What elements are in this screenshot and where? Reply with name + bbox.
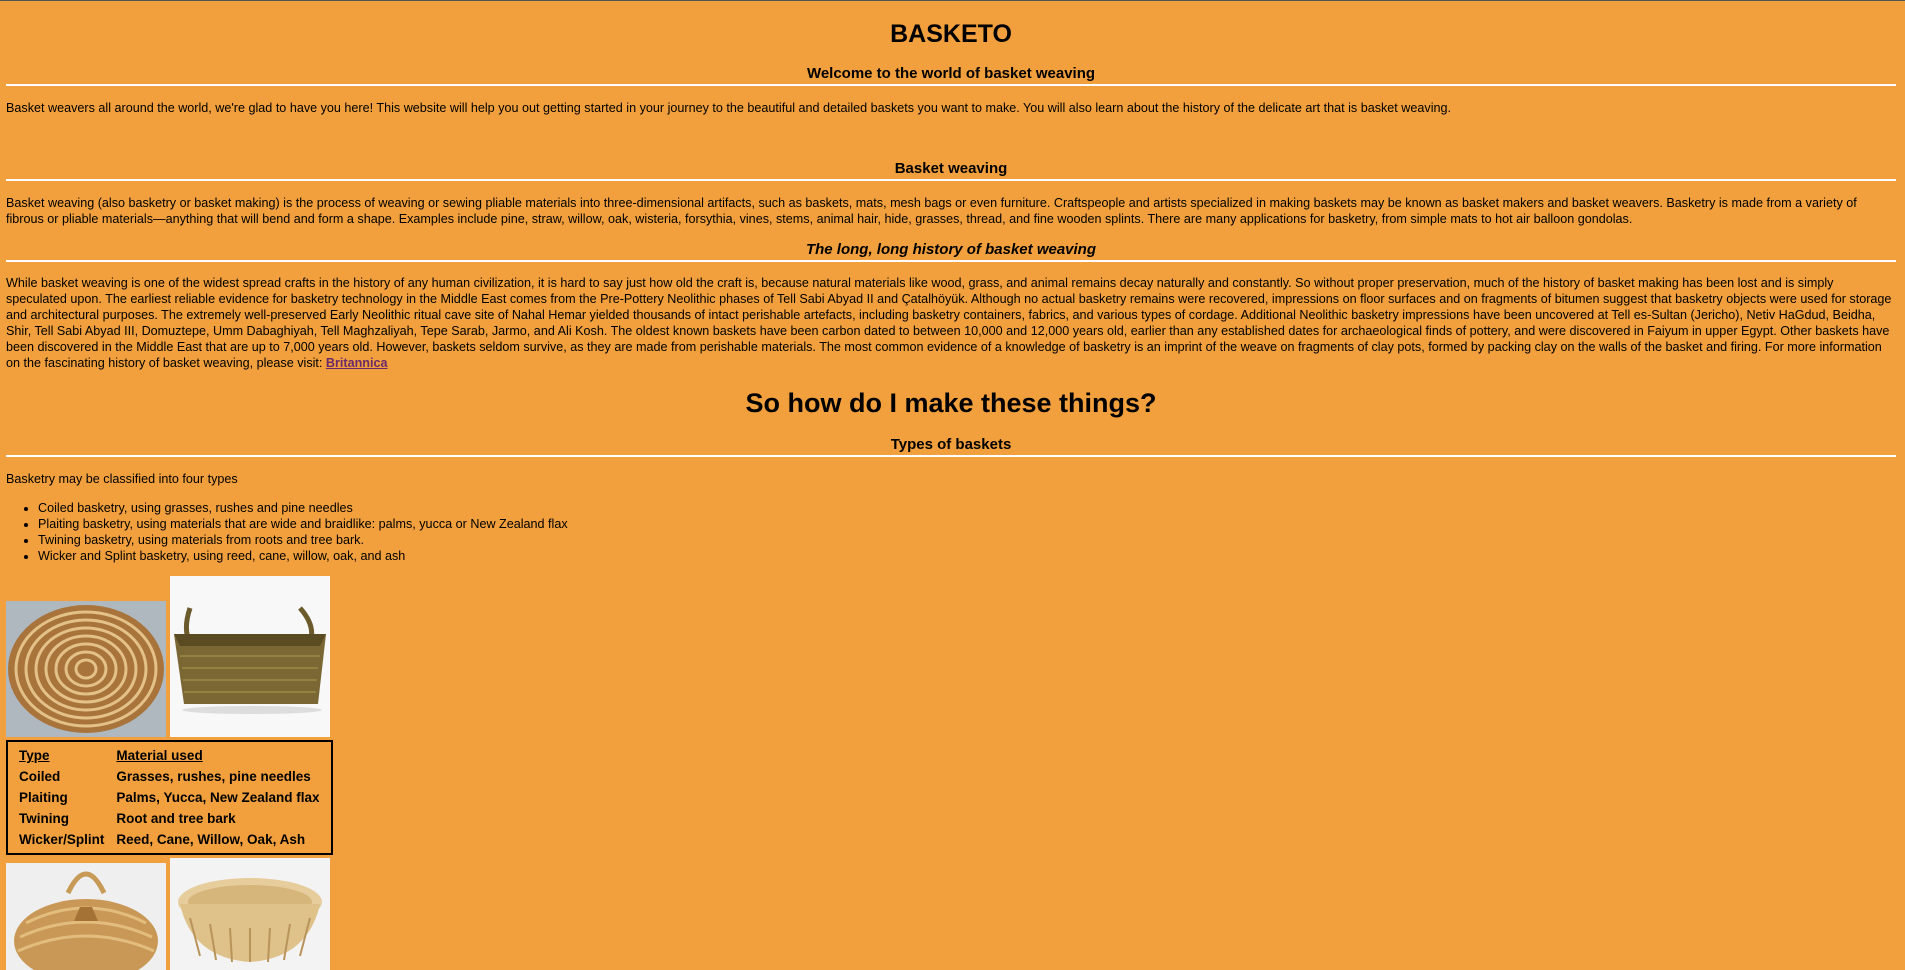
table-header: Material used (116, 748, 203, 763)
table-cell: Twining (19, 811, 69, 826)
types-heading: Types of baskets (6, 436, 1896, 457)
table-cell: Root and tree bark (116, 811, 236, 826)
table-header-row: Type Material used (14, 746, 325, 765)
list-item: Wicker and Splint basketry, using reed, … (38, 548, 568, 564)
materials-table: Type Material used Coiled Grasses, rushe… (6, 740, 333, 855)
types-intro: Basketry may be classified into four typ… (6, 472, 238, 486)
table-header: Type (19, 748, 50, 763)
list-item: Twining basketry, using materials from r… (38, 532, 568, 548)
history-body: While basket weaving is one of the wides… (6, 276, 1892, 370)
table-cell: Plaiting (19, 790, 68, 805)
table-row: Coiled Grasses, rushes, pine needles (14, 767, 325, 786)
britannica-link[interactable]: Britannica (326, 356, 388, 370)
table-row: Twining Root and tree bark (14, 809, 325, 828)
basket-weaving-text: Basket weaving (also basketry or basket … (6, 196, 1857, 226)
history-heading: The long, long history of basket weaving (6, 241, 1896, 262)
twined-basket-image (6, 863, 166, 970)
table-row: Wicker/Splint Reed, Cane, Willow, Oak, A… (14, 830, 325, 849)
table-cell: Wicker/Splint (19, 832, 105, 847)
plaited-basket-image (170, 576, 330, 737)
table-cell: Grasses, rushes, pine needles (116, 769, 311, 784)
site-title: BASKETO (890, 20, 1012, 48)
coiled-basket-image (6, 601, 166, 737)
wicker-basket-image (170, 858, 330, 970)
how-to-heading: So how do I make these things? (745, 388, 1157, 418)
basket-weaving-heading: Basket weaving (6, 160, 1896, 181)
table-cell: Reed, Cane, Willow, Oak, Ash (116, 832, 306, 847)
table-row: Plaiting Palms, Yucca, New Zealand flax (14, 788, 325, 807)
list-item: Plaiting basketry, using materials that … (38, 516, 568, 532)
list-item: Coiled basketry, using grasses, rushes a… (38, 500, 568, 516)
history-text: While basket weaving is one of the wides… (6, 275, 1896, 371)
table-cell: Coiled (19, 769, 61, 784)
types-list: Coiled basketry, using grasses, rushes a… (6, 500, 568, 564)
welcome-heading: Welcome to the world of basket weaving (6, 65, 1896, 86)
welcome-text: Basket weavers all around the world, we'… (6, 101, 1452, 115)
table-cell: Palms, Yucca, New Zealand flax (116, 790, 320, 805)
